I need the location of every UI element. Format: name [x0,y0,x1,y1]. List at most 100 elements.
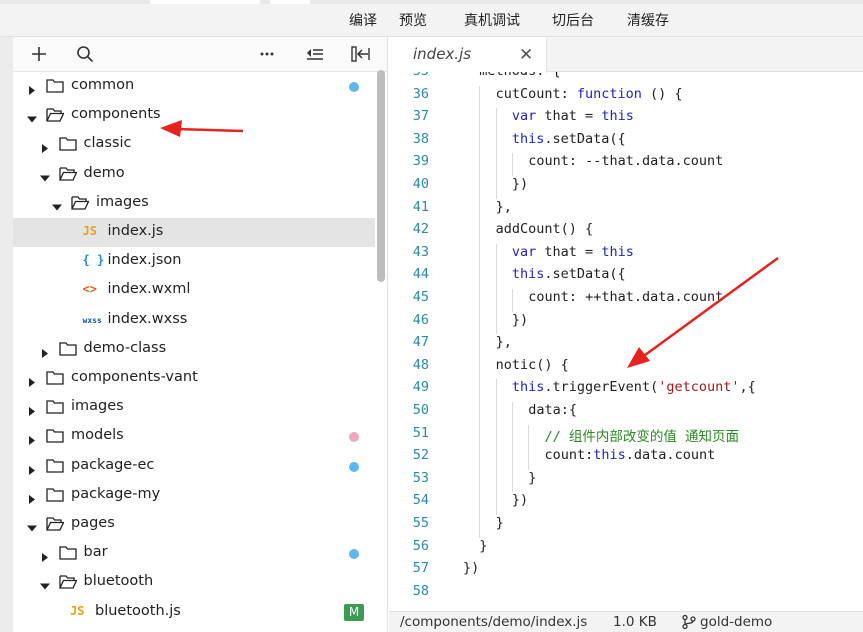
folder-item[interactable]: bluetooth [13,568,375,597]
line-source: count:this.data.count [545,447,716,463]
chevron-right-icon[interactable] [40,548,50,563]
folder-icon [58,341,77,356]
status-bar: /components/demo/index.js 1.0 KB gold-de… [389,611,863,632]
line-source: var that = this [512,108,634,124]
tree-item-label: classic [83,135,132,152]
explorer-scrollbar[interactable] [377,70,385,282]
indent-guide [528,447,530,470]
folder-item[interactable]: models [13,422,375,451]
indent-guide [479,266,481,289]
file-item[interactable]: JS bluetooth.js M [13,598,375,627]
line-source: }) [512,492,528,508]
folder-item[interactable]: demo-class [13,335,375,364]
code-token: .setData({ [544,130,626,147]
wxml-file-icon: <> [82,282,97,297]
toggle-panel-icon[interactable] [349,43,373,65]
tab-label: index.js [413,45,472,63]
chevron-down-icon[interactable] [39,169,50,182]
code-line: 36 cutCount: function () { [389,85,863,109]
folder-item[interactable]: bar [13,539,375,568]
code-line: 44 this.setData({ [389,266,863,289]
folder-open-icon [71,195,90,210]
file-size: 1.0 KB [613,614,657,630]
chevron-right-icon[interactable] [40,139,50,154]
status-dot [349,432,359,443]
file-item[interactable]: JS index.js [13,218,375,247]
line-number: 40 [412,176,429,192]
line-number: 44 [412,266,429,283]
folder-item[interactable]: pages [13,510,375,539]
search-icon[interactable] [73,43,97,65]
code-token: .triggerEvent( [544,379,659,396]
chevron-right-icon[interactable] [27,490,37,504]
chevron-down-icon[interactable] [27,110,37,123]
folder-item[interactable]: images [13,393,375,422]
folder-item[interactable]: components [13,101,375,130]
folder-item[interactable]: images [13,189,375,218]
chevron-down-icon[interactable] [52,198,62,211]
chevron-down-icon[interactable] [39,577,50,590]
close-icon[interactable]: ✕ [519,45,533,65]
folder-item[interactable]: package-my [13,481,375,510]
wxss-file-icon: wxss [82,315,102,325]
code-line: 54}) [389,492,863,515]
chevron-right-icon[interactable] [40,344,50,358]
folder-icon [46,370,64,385]
code-line: 57}) [389,560,863,583]
file-item[interactable]: wxss index.wxss [13,306,375,335]
code-token: var [511,243,537,260]
code-line: 50 data:{ [389,402,863,425]
chevron-right-icon[interactable] [27,431,37,446]
folder-item[interactable]: components-vant [13,364,375,393]
modified-badge: M [344,603,364,621]
line-number: 45 [412,289,429,305]
chevron-right-icon[interactable] [27,373,37,387]
real-device-debug-button[interactable]: 真机调试 [464,10,520,30]
code-area[interactable]: 35 methods: {36 cutCount: function () {37 v… [389,72,863,612]
code-token: .data.count [625,447,716,464]
line-number: 49 [412,379,429,396]
folder-item[interactable]: classic [13,130,375,159]
line-source: }, [496,334,512,350]
indent-guide [511,153,513,176]
chevron-down-icon[interactable] [27,519,37,532]
code-token: methods: { [479,72,560,79]
folder-item[interactable]: common [13,72,375,101]
code-token: count: [544,447,594,464]
status-dot [349,549,359,560]
line-source: count: ++that.data.count [528,289,723,305]
code-token: this [511,130,545,147]
file-item[interactable]: { } index.json [13,247,375,276]
line-number: 56 [412,537,429,554]
preview-button[interactable]: 预览 [399,10,427,30]
code-token: ,{ [739,379,756,396]
compile-button[interactable]: 编译 [349,10,377,30]
folder-item[interactable]: package-ec [13,452,375,481]
chevron-right-icon[interactable] [27,461,37,475]
clear-cache-button[interactable]: 清缓存 [627,10,669,30]
code-token: () { [641,85,683,102]
file-item[interactable]: <> index.wxml [13,276,375,305]
activity-edge [0,37,13,632]
code-line: 51 // 组件内部改变的值 通知页面 [389,424,863,448]
background-button[interactable]: 切后台 [552,10,594,30]
collapse-all-icon[interactable] [303,43,327,65]
chevron-right-icon[interactable] [27,402,37,417]
tree-item-label: index.wxss [107,310,188,327]
js-file-icon: JS [70,603,85,618]
indent-guide [479,402,481,425]
add-icon[interactable] [27,43,51,65]
indent-guide [479,221,481,244]
code-token: }) [511,492,529,509]
folder-open-icon [58,574,78,590]
tree-item-label: components-vant [71,369,198,385]
tree-item-label: common [71,77,135,93]
folder-item[interactable]: demo [13,160,375,189]
chevron-right-icon[interactable] [27,81,37,95]
indent-guide [495,492,497,515]
line-number: 57 [412,560,429,577]
code-token: cutCount: [495,85,577,102]
tab-index-js[interactable]: index.js ✕ [389,37,547,73]
line-number: 39 [412,153,429,170]
more-icon[interactable] [255,43,279,65]
